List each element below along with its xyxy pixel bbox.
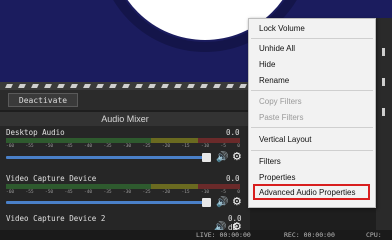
speaker-icon[interactable]: 🔊 — [216, 153, 228, 163]
filmstrip-hole — [213, 84, 221, 88]
volume-meter — [6, 138, 240, 143]
volume-slider-knob[interactable] — [202, 153, 211, 162]
filmstrip-hole — [5, 84, 13, 88]
status-bar: LIVE: 00:00:00 REC: 00:00:00 CPU: — [0, 230, 392, 240]
channel-name-desktop-audio: Desktop Audio — [6, 128, 65, 137]
side-marker — [382, 108, 385, 116]
scale-tick-label: -40 — [84, 190, 93, 195]
volume-slider[interactable] — [6, 156, 210, 159]
meter-scale: -60 -55 -50 -45 -40 -35 -30 -25 -20 -15 -10 -5 0 — [6, 144, 240, 150]
scale-tick-label: -45 — [64, 144, 73, 149]
scale-tick-label: -55 — [25, 190, 34, 195]
filmstrip-hole — [57, 84, 65, 88]
live-status: LIVE: 00:00:00 — [196, 231, 251, 239]
gear-icon[interactable]: ⚙ — [232, 197, 242, 208]
menu-item-hide[interactable]: Hide — [259, 60, 275, 70]
scale-tick-label: -35 — [103, 190, 112, 195]
filmstrip-hole — [96, 84, 104, 88]
menu-separator — [251, 90, 373, 91]
menu-item-unhide-all[interactable]: Unhide All — [259, 44, 295, 54]
filmstrip-hole — [239, 84, 247, 88]
audio-mixer-title: Audio Mixer — [0, 112, 250, 126]
filmstrip-hole — [226, 84, 234, 88]
menu-separator — [251, 150, 373, 151]
scale-tick-label: -40 — [84, 144, 93, 149]
audio-mixer-panel: Audio Mixer Desktop Audio 0.0 -60 -55 -50-… — [0, 112, 250, 240]
filmstrip-hole — [83, 84, 91, 88]
volume-slider[interactable] — [6, 201, 210, 204]
menu-item-advanced-audio-properties[interactable]: Advanced Audio Properties — [259, 188, 356, 198]
channel-level-video-capture-device: 0.0 — [226, 174, 240, 183]
filmstrip-hole — [148, 84, 156, 88]
filmstrip-hole — [70, 84, 78, 88]
filmstrip-hole — [174, 84, 182, 88]
cpu-status: CPU: — [366, 231, 382, 239]
deactivate-button[interactable]: Deactivate — [8, 93, 78, 107]
channel-name-video-capture-device: Video Capture Device — [6, 174, 97, 183]
filmstrip-hole — [44, 84, 52, 88]
scale-tick-label: -30 — [123, 144, 132, 149]
meter-scale: -60 -55 -50 -45 -40 -35 -30 -25 -20 -15 -10 -5 0 — [6, 190, 240, 196]
filmstrip-hole — [31, 84, 39, 88]
context-menu: Lock Volume Unhide All Hide Rename Copy … — [248, 18, 376, 208]
scale-tick-label: -10 — [201, 144, 210, 149]
channel-level-desktop-audio: 0.0 — [226, 128, 240, 137]
scale-tick-label: -30 — [123, 190, 132, 195]
scale-tick-label: -60 — [6, 144, 15, 149]
scale-tick-label: -50 — [45, 190, 54, 195]
scale-tick-label: -60 — [6, 190, 15, 195]
scale-tick-label: -5 — [220, 144, 226, 149]
menu-item-copy-filters[interactable]: Copy Filters — [259, 97, 302, 107]
menu-item-rename[interactable]: Rename — [259, 76, 289, 86]
scale-tick-label: -10 — [201, 190, 210, 195]
filmstrip-hole — [161, 84, 169, 88]
menu-item-paste-filters[interactable]: Paste Filters — [259, 113, 303, 123]
scale-tick-label: 0 — [237, 144, 240, 149]
rec-status: REC: 00:00:00 — [284, 231, 335, 239]
menu-separator — [251, 127, 373, 128]
scale-tick-label: -15 — [181, 144, 190, 149]
channel-name-video-capture-device-2: Video Capture Device 2 — [6, 214, 106, 223]
scale-tick-label: -15 — [181, 190, 190, 195]
scale-tick-label: -45 — [64, 190, 73, 195]
side-marker — [382, 78, 385, 86]
filmstrip-hole — [122, 84, 130, 88]
side-panel — [376, 18, 392, 230]
filmstrip-hole — [200, 84, 208, 88]
filmstrip-hole — [187, 84, 195, 88]
volume-meter — [6, 184, 240, 189]
volume-slider-knob[interactable] — [202, 198, 211, 207]
filmstrip-hole — [135, 84, 143, 88]
menu-separator — [251, 38, 373, 39]
scale-tick-label: -50 — [45, 144, 54, 149]
scale-tick-label: -5 — [220, 190, 226, 195]
scale-tick-label: -20 — [162, 144, 171, 149]
filmstrip-hole — [18, 84, 26, 88]
menu-item-lock-volume[interactable]: Lock Volume — [259, 24, 305, 34]
menu-item-filters[interactable]: Filters — [259, 157, 281, 167]
menu-item-properties[interactable]: Properties — [259, 173, 295, 183]
scale-tick-label: -20 — [162, 190, 171, 195]
scale-tick-label: -25 — [142, 190, 151, 195]
scale-tick-label: -25 — [142, 144, 151, 149]
filmstrip-hole — [109, 84, 117, 88]
side-marker — [382, 48, 385, 56]
menu-item-vertical-layout[interactable]: Vertical Layout — [259, 135, 311, 145]
scale-tick-label: -35 — [103, 144, 112, 149]
speaker-icon[interactable]: 🔊 — [216, 198, 228, 208]
scale-tick-label: -55 — [25, 144, 34, 149]
gear-icon[interactable]: ⚙ — [232, 152, 242, 163]
